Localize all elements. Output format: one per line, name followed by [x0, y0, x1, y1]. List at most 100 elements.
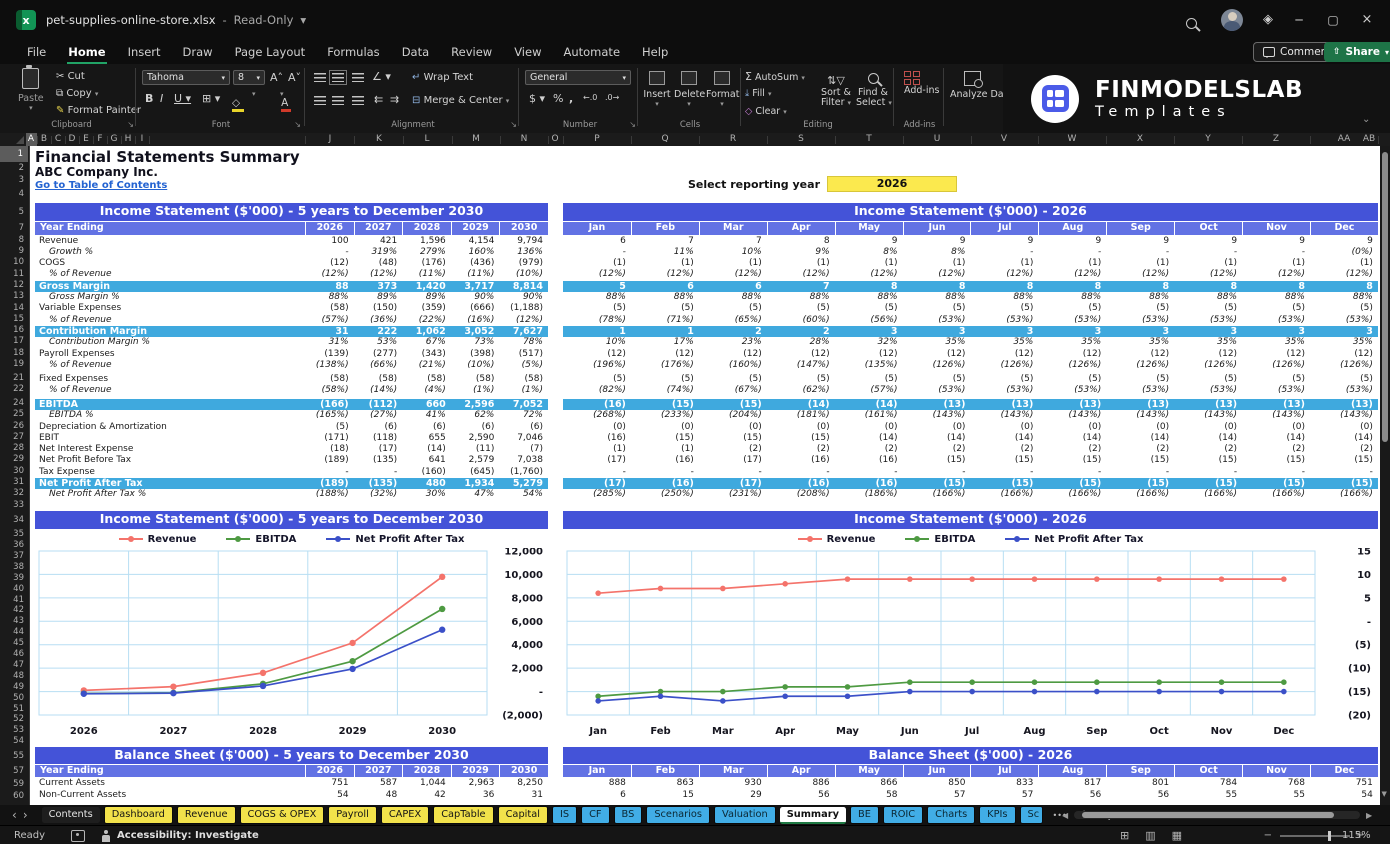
menu-item-data[interactable]: Data: [391, 42, 440, 62]
cell[interactable]: (22%): [402, 315, 451, 326]
cell[interactable]: (53%): [903, 385, 971, 396]
cell[interactable]: 2,590: [451, 433, 500, 444]
cell[interactable]: (32%): [354, 489, 403, 500]
cell[interactable]: 3: [1310, 326, 1378, 337]
cell[interactable]: (5): [903, 374, 971, 385]
cell[interactable]: (12%): [305, 269, 354, 280]
cell[interactable]: 863: [631, 778, 699, 790]
cell[interactable]: (5): [631, 374, 699, 385]
row-header[interactable]: 1: [0, 146, 28, 162]
cell[interactable]: (359): [402, 303, 451, 314]
cell[interactable]: 7,038: [499, 455, 548, 466]
cell[interactable]: (160): [402, 467, 451, 478]
cell[interactable]: 1,044: [402, 778, 451, 790]
row-header[interactable]: 5: [19, 203, 24, 222]
row-header[interactable]: 12: [13, 280, 24, 291]
italic-button[interactable]: I: [160, 92, 163, 105]
column-period-header[interactable]: Dec: [1309, 222, 1378, 235]
column-header[interactable]: C: [55, 133, 61, 146]
cell[interactable]: (398): [451, 349, 500, 360]
cell[interactable]: 136%: [499, 247, 548, 258]
cell[interactable]: (12%): [1310, 269, 1378, 280]
cell[interactable]: (66%): [354, 360, 403, 371]
cell[interactable]: 9: [1174, 236, 1242, 247]
year-ending-header[interactable]: Year Ending: [35, 222, 305, 235]
cell[interactable]: -: [563, 247, 631, 258]
cell[interactable]: (27%): [354, 410, 403, 421]
cell[interactable]: 7,046: [499, 433, 548, 444]
column-header[interactable]: W: [1068, 133, 1077, 146]
row-header[interactable]: 39: [13, 573, 24, 584]
cell[interactable]: (143%): [1242, 410, 1310, 421]
cell[interactable]: 72%: [499, 410, 548, 421]
cell[interactable]: 35%: [1106, 337, 1174, 348]
cell[interactable]: (233%): [631, 410, 699, 421]
cut-button[interactable]: ✂ Cut: [56, 71, 85, 82]
cell[interactable]: (161%): [835, 410, 903, 421]
font-color-icon[interactable]: A: [281, 98, 292, 112]
cell[interactable]: (5): [699, 374, 767, 385]
cell[interactable]: (15): [903, 478, 971, 489]
cell[interactable]: (48): [354, 258, 403, 269]
cell[interactable]: (13): [1106, 399, 1174, 410]
cell[interactable]: 8,250: [499, 778, 548, 790]
percent-icon[interactable]: %: [553, 92, 563, 105]
row-label[interactable]: Net Profit Before Tax: [35, 455, 305, 466]
cell[interactable]: 7: [767, 281, 835, 292]
cell[interactable]: 88%: [699, 292, 767, 303]
row-label[interactable]: Tax Expense: [35, 467, 305, 478]
cell[interactable]: (14): [1242, 433, 1310, 444]
cell[interactable]: (166%): [1174, 489, 1242, 500]
row-header[interactable]: 54: [13, 736, 24, 747]
row-header[interactable]: 28: [13, 443, 24, 454]
row-header[interactable]: 47: [13, 660, 24, 671]
cell[interactable]: (15): [970, 478, 1038, 489]
cell[interactable]: (11): [451, 444, 500, 455]
cell[interactable]: 42: [402, 790, 451, 802]
cell[interactable]: (15): [970, 455, 1038, 466]
cell[interactable]: 10%: [699, 247, 767, 258]
sheet-tab-kpis[interactable]: KPIs: [979, 806, 1016, 824]
sheet-tab-capex[interactable]: CAPEX: [380, 806, 430, 824]
cell[interactable]: (126%): [1310, 360, 1378, 371]
row-header[interactable]: 41: [13, 595, 24, 606]
cell[interactable]: 88%: [767, 292, 835, 303]
cell[interactable]: 9: [1106, 236, 1174, 247]
cell[interactable]: (5): [1038, 303, 1106, 314]
row-header[interactable]: 42: [13, 605, 24, 616]
row-header[interactable]: 34: [13, 511, 24, 529]
cell[interactable]: -: [699, 467, 767, 478]
row-header[interactable]: 60: [13, 790, 24, 802]
cell[interactable]: (143%): [1310, 410, 1378, 421]
cell[interactable]: 88: [305, 281, 354, 292]
row-header[interactable]: 27: [13, 432, 24, 443]
cell[interactable]: (138%): [305, 360, 354, 371]
cell[interactable]: 8: [1106, 281, 1174, 292]
cell[interactable]: (1,188): [499, 303, 548, 314]
row-label[interactable]: % of Revenue: [35, 360, 305, 371]
row-header[interactable]: 50: [13, 693, 24, 704]
cell[interactable]: (12%): [1242, 269, 1310, 280]
cell[interactable]: (0): [835, 422, 903, 433]
cell[interactable]: 90%: [451, 292, 500, 303]
cell[interactable]: (14%): [354, 385, 403, 396]
cell[interactable]: 35%: [1038, 337, 1106, 348]
cell[interactable]: 57: [903, 790, 971, 802]
cell[interactable]: (0): [767, 422, 835, 433]
annual-income-chart[interactable]: 12,000 10,000 8,000 6,000 4,000 2,000 - (2,000)…: [35, 547, 548, 740]
column-period-header[interactable]: Apr: [766, 765, 835, 777]
align-middle-icon[interactable]: [329, 70, 347, 85]
cell[interactable]: (979): [499, 258, 548, 269]
cell[interactable]: 930: [699, 778, 767, 790]
cell[interactable]: -: [1106, 467, 1174, 478]
column-header[interactable]: J: [329, 133, 332, 146]
cell[interactable]: 31%: [305, 337, 354, 348]
row-header[interactable]: 17: [13, 336, 24, 347]
cell[interactable]: 1: [563, 326, 631, 337]
cell[interactable]: (186%): [835, 489, 903, 500]
cell[interactable]: (62%): [767, 385, 835, 396]
cell[interactable]: (5): [1106, 374, 1174, 385]
cell[interactable]: 8: [1242, 281, 1310, 292]
cell[interactable]: 35%: [970, 337, 1038, 348]
sheet-tab-cogs-opex[interactable]: COGS & OPEX: [239, 806, 325, 824]
